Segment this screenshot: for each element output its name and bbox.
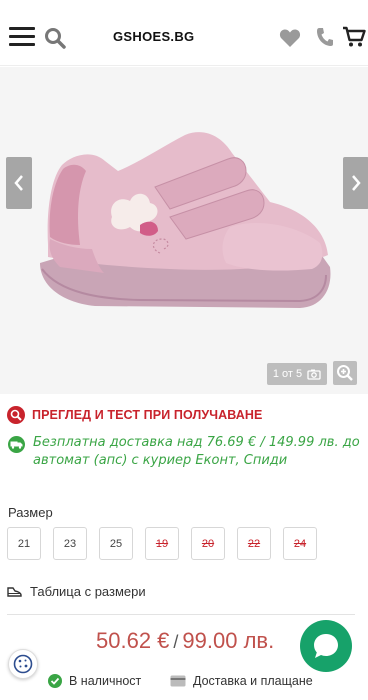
product-gallery[interactable]: 1 от 5 <box>0 67 368 394</box>
size-option-unavailable: 24 <box>283 527 317 560</box>
delivery-truck-icon <box>8 436 25 453</box>
price-separator: / <box>173 632 179 652</box>
search-icon[interactable] <box>44 27 66 49</box>
chat-button[interactable] <box>300 620 352 672</box>
cart-icon[interactable] <box>342 26 366 48</box>
inspection-text: ПРЕГЛЕД И ТЕСТ ПРИ ПОЛУЧАВАНЕ <box>32 408 263 422</box>
inspection-icon <box>7 406 25 424</box>
phone-icon[interactable] <box>316 27 334 47</box>
gallery-next-button[interactable] <box>343 157 368 209</box>
size-option[interactable]: 23 <box>53 527 87 560</box>
delivery-payment-link[interactable]: Доставка и плащане <box>170 674 313 688</box>
size-title: Размер <box>8 505 53 520</box>
delivery-payment-text: Доставка и плащане <box>193 674 313 688</box>
size-option[interactable]: 25 <box>99 527 133 560</box>
zoom-button[interactable] <box>333 361 357 385</box>
shoe-ruler-icon <box>7 587 22 597</box>
site-logo[interactable]: GSHOES.BG <box>113 29 194 44</box>
size-option-unavailable: 19 <box>145 527 179 560</box>
image-counter: 1 от 5 <box>267 363 327 385</box>
chevron-left-icon <box>14 175 23 191</box>
price: 50.62 €/99.00 лв. <box>96 628 274 654</box>
size-chart-link[interactable]: Таблица с размери <box>7 584 146 599</box>
credit-card-icon <box>170 675 186 687</box>
price-bgn: 99.00 лв. <box>182 628 275 653</box>
camera-icon <box>307 369 321 380</box>
size-option-unavailable: 22 <box>237 527 271 560</box>
chat-bubble-icon <box>314 634 338 658</box>
gallery-prev-button[interactable] <box>6 157 32 209</box>
free-delivery-text: Безплатна доставка над 76.69 € / 149.99 … <box>33 435 360 468</box>
zoom-in-icon <box>337 365 353 381</box>
stock-status: В наличност <box>48 674 141 688</box>
heart-icon[interactable] <box>279 28 301 48</box>
menu-icon[interactable] <box>9 27 35 47</box>
image-counter-text: 1 от 5 <box>272 368 303 380</box>
chevron-right-icon <box>352 175 361 191</box>
size-option-unavailable: 20 <box>191 527 225 560</box>
size-option[interactable]: 21 <box>7 527 41 560</box>
inspection-promo: ПРЕГЛЕД И ТЕСТ ПРИ ПОЛУЧАВАНЕ <box>7 406 262 424</box>
divider <box>7 614 355 615</box>
stock-status-text: В наличност <box>69 674 142 688</box>
price-eur: 50.62 € <box>96 628 170 653</box>
check-circle-icon <box>48 674 62 688</box>
size-chart-label: Таблица с размери <box>30 584 146 599</box>
product-image <box>40 132 331 308</box>
header: GSHOES.BG <box>0 0 368 66</box>
bottom-info-bar: В наличност Доставка и плащане <box>0 668 368 700</box>
size-selector: 21 23 25 19 20 22 24 <box>7 527 317 560</box>
